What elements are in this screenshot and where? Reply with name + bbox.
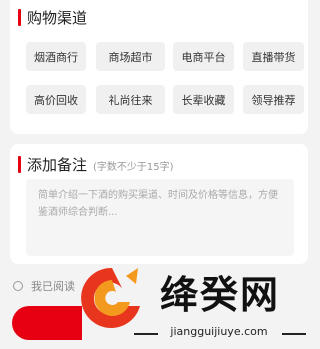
remark-card: 添加备注 (字数不少于15字) 简单介绍一下酒的购买渠道、时间及价格等信息，方便… [10, 144, 308, 264]
remark-section-title: 添加备注 (字数不少于15字) [18, 154, 174, 175]
channel-option-leader-recommend[interactable]: 领导推荐 [243, 85, 304, 114]
channel-card: 购物渠道 烟酒商行 商场超市 电商平台 直播带货 高价回收 礼尚往来 长辈收藏 … [10, 0, 308, 134]
channel-option-recycle[interactable]: 高价回收 [26, 85, 86, 114]
watermark-url: jiangguijiuye.com [170, 325, 268, 338]
title-accent-bar [18, 156, 21, 173]
channel-option-elder-collection[interactable]: 长辈收藏 [173, 85, 234, 114]
channel-option-tobacco-shop[interactable]: 烟酒商行 [26, 42, 86, 71]
channel-title: 购物渠道 [27, 9, 88, 27]
remark-title: 添加备注 [27, 156, 88, 174]
watermark-brand: 绛癸网 [160, 273, 281, 317]
agreement-radio[interactable] [13, 281, 23, 291]
agreement-text: 我已阅读 [31, 280, 75, 293]
remark-hint: (字数不少于15字) [93, 161, 174, 173]
agreement-row[interactable]: 我已阅读 [13, 278, 75, 294]
watermark-line-right [282, 333, 306, 335]
channel-option-gift[interactable]: 礼尚往来 [96, 85, 165, 114]
channel-option-ecommerce[interactable]: 电商平台 [173, 42, 234, 71]
watermark-logo-icon [81, 267, 140, 328]
channel-section-title: 购物渠道 [18, 7, 87, 28]
channel-option-livestream[interactable]: 直播带货 [243, 42, 304, 71]
channel-option-supermarket[interactable]: 商场超市 [96, 42, 165, 71]
title-accent-bar [18, 9, 21, 26]
submit-button[interactable] [12, 306, 82, 340]
remark-textarea[interactable]: 简单介绍一下酒的购买渠道、时间及价格等信息，方便鉴酒师综合判断... [26, 179, 294, 256]
watermark-line-left [134, 333, 158, 335]
